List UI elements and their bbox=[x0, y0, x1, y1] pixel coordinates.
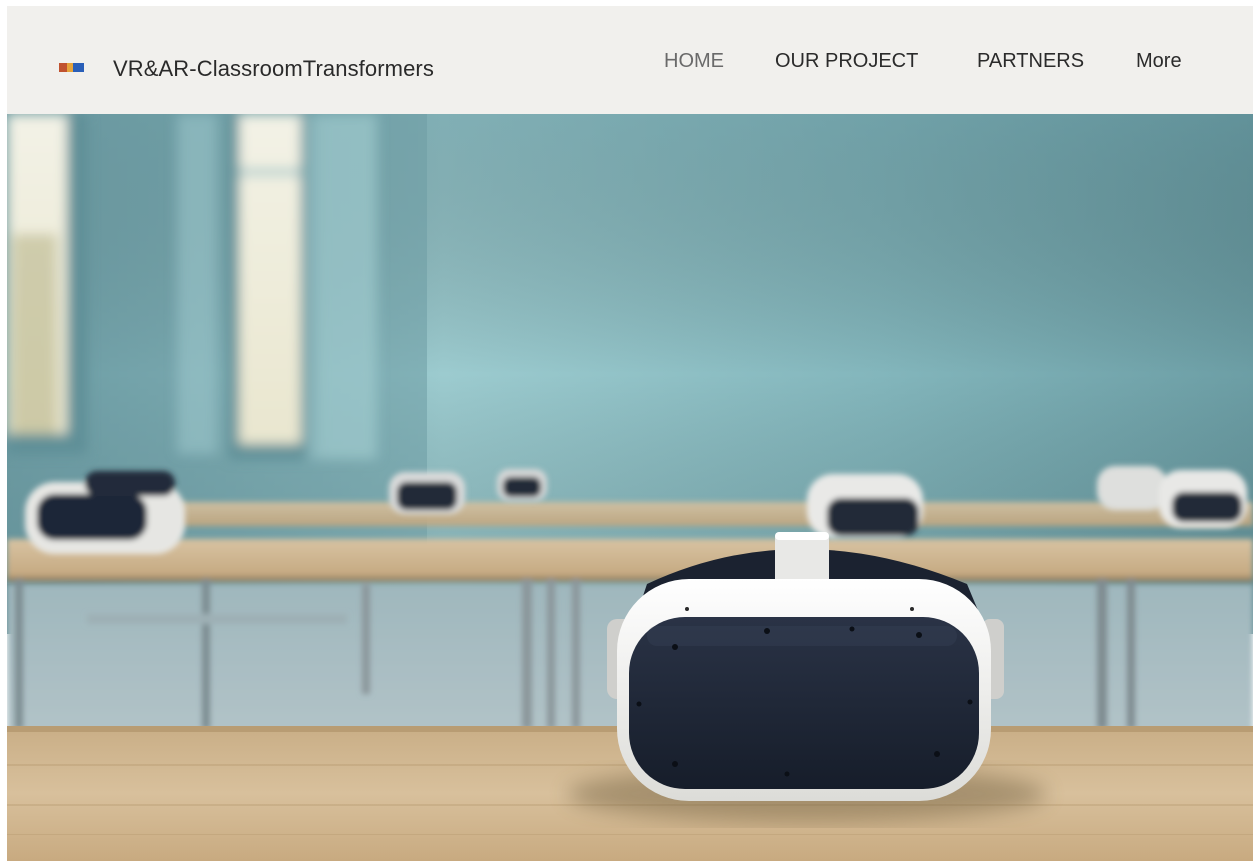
striped-flag-logo-icon[interactable] bbox=[59, 63, 84, 72]
logo-stripe-orange bbox=[59, 63, 67, 72]
hero-image bbox=[7, 114, 1253, 861]
logo-stripe-blue bbox=[73, 63, 84, 72]
nav-partners[interactable]: PARTNERS bbox=[977, 50, 1084, 73]
nav-home[interactable]: HOME bbox=[664, 50, 724, 73]
site-header: VR&AR-ClassroomTransformers HOME OUR PRO… bbox=[7, 6, 1253, 114]
nav-our-project[interactable]: OUR PROJECT bbox=[775, 50, 918, 73]
vr-headset-classroom-photo-icon bbox=[7, 114, 1253, 861]
site-title[interactable]: VR&AR-ClassroomTransformers bbox=[113, 56, 434, 82]
nav-more[interactable]: More bbox=[1136, 50, 1182, 73]
page: VR&AR-ClassroomTransformers HOME OUR PRO… bbox=[0, 0, 1253, 861]
